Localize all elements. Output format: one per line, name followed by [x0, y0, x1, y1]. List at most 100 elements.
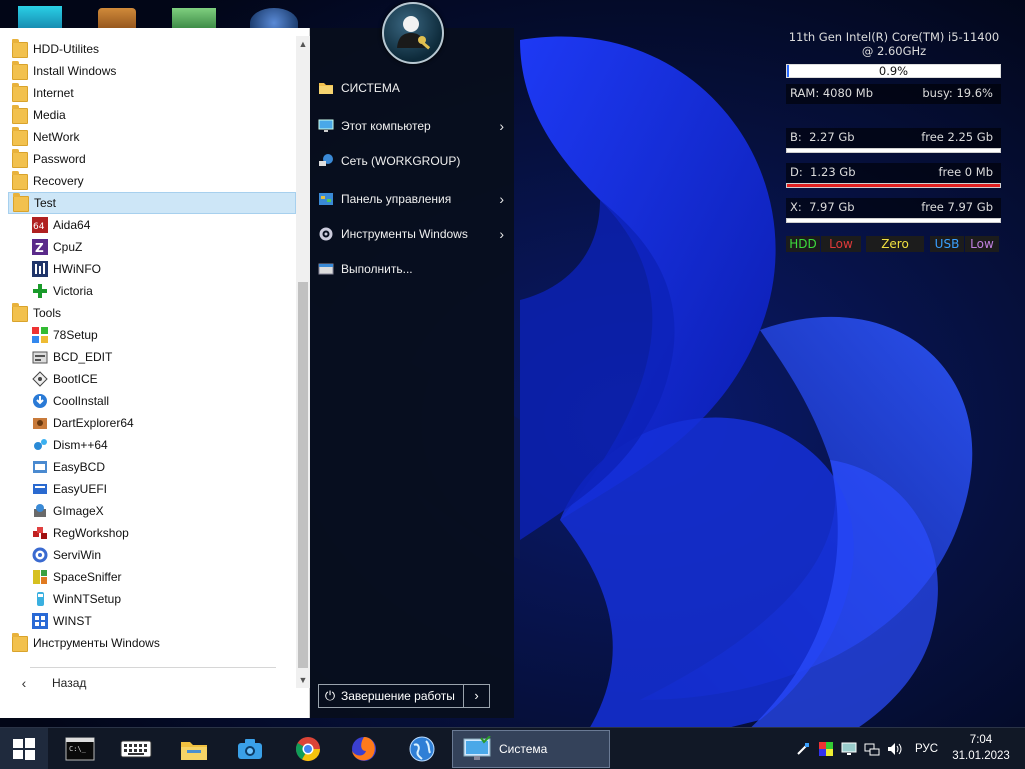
taskbar-screenshot-button[interactable] [224, 728, 276, 769]
system-tray: РУС [794, 728, 938, 769]
usb-icon[interactable] [794, 740, 812, 758]
winst-icon [32, 613, 48, 629]
drive-usage-bar [786, 183, 1001, 188]
taskbar-explorer-button[interactable] [168, 728, 220, 769]
language-indicator[interactable]: РУС [915, 743, 938, 755]
folder-icon [12, 39, 28, 58]
program-item[interactable]: SpaceSniffer [8, 566, 296, 588]
folder-icon [12, 171, 28, 190]
start-link[interactable]: СИСТЕМА [318, 76, 508, 100]
program-item[interactable]: GImageX [8, 500, 296, 522]
program-label: HDD-Utilites [33, 42, 99, 56]
program-label: Victoria [53, 284, 93, 298]
regworkshop-icon [32, 525, 48, 541]
program-label: Dism++64 [53, 438, 108, 452]
taskbar-chrome-button[interactable] [282, 728, 334, 769]
program-label: CoolInstall [53, 394, 110, 408]
program-folder[interactable]: Recovery [8, 170, 296, 192]
program-item[interactable]: RegWorkshop [8, 522, 296, 544]
system-monitor-widget: 11th Gen Intel(R) Core(TM) i5-11400 @ 2.… [786, 30, 1002, 256]
drive-used: 2.27 Gb [809, 130, 855, 144]
program-item[interactable]: BCD_EDIT [8, 346, 296, 368]
program-label: DartExplorer64 [53, 416, 134, 430]
clock-date: 31.01.2023 [952, 750, 1010, 762]
start-link[interactable]: Этот компьютер › [318, 114, 508, 138]
program-item[interactable]: Victoria [8, 280, 296, 302]
program-folder[interactable]: HDD-Utilites [8, 38, 296, 60]
program-item[interactable]: HWiNFO [8, 258, 296, 280]
user-avatar[interactable] [382, 2, 444, 64]
taskbar-app-sistema[interactable]: Система [452, 730, 610, 768]
program-item[interactable]: BootICE [8, 368, 296, 390]
program-label: 78Setup [53, 328, 98, 342]
drive-free: free 0 Mb [938, 165, 993, 179]
program-item[interactable]: Dism++64 [8, 434, 296, 456]
clock[interactable]: 7:04 31.01.2023 [948, 732, 1014, 764]
hwinfo-icon [32, 261, 48, 277]
program-item[interactable]: Z CpuZ [8, 236, 296, 258]
program-label: HWiNFO [53, 262, 101, 276]
shutdown-options-button[interactable]: › [464, 684, 490, 708]
program-folder[interactable]: Test [8, 192, 296, 214]
folder-icon [12, 303, 28, 322]
program-folder[interactable]: Media [8, 104, 296, 126]
program-label: RegWorkshop [53, 526, 129, 540]
winntsetup-icon [32, 591, 48, 607]
display-icon[interactable] [840, 740, 858, 758]
program-item[interactable]: EasyBCD [8, 456, 296, 478]
ram-busy: busy: 19.6% [922, 86, 993, 100]
program-folder[interactable]: Инструменты Windows [8, 632, 296, 654]
spacesniffer-icon [32, 569, 48, 585]
drive-free: free 7.97 Gb [921, 200, 993, 214]
volume-icon[interactable] [886, 740, 904, 758]
program-item[interactable]: ServiWin [8, 544, 296, 566]
back-button[interactable]: ‹ Назад [8, 672, 278, 694]
drive-row: B: 2.27 Gb free 2.25 Gb [786, 128, 1001, 148]
chevron-right-icon: › [499, 191, 504, 207]
scroll-up-icon[interactable]: ▲ [296, 36, 310, 52]
program-item[interactable]: 78Setup [8, 324, 296, 346]
start-link[interactable]: Инструменты Windows › [318, 222, 508, 246]
status-badge: Low [965, 236, 999, 252]
taskbar-firefox-button[interactable] [338, 728, 390, 769]
folder-icon [12, 127, 28, 146]
taskbar-cmd-button[interactable]: C:\_ [54, 728, 106, 769]
folder-icon [12, 149, 28, 168]
program-item[interactable]: WinNTSetup [8, 588, 296, 610]
start-link[interactable]: Сеть (WORKGROUP) [318, 149, 508, 173]
drive-letter: D: [790, 165, 803, 179]
program-item[interactable]: DartExplorer64 [8, 412, 296, 434]
program-folder[interactable]: Install Windows [8, 60, 296, 82]
start-link[interactable]: Панель управления › [318, 187, 508, 211]
drive-usage-bar [786, 218, 1001, 223]
scroll-down-icon[interactable]: ▼ [296, 672, 310, 688]
status-badges: HDD Low Zero USB Low [786, 236, 1002, 252]
color-palette-icon[interactable] [817, 740, 835, 758]
program-label: Internet [33, 86, 74, 100]
program-item[interactable]: 64 Aida64 [8, 214, 296, 236]
program-folder[interactable]: NetWork [8, 126, 296, 148]
start-button[interactable] [0, 728, 48, 769]
gimagex-icon [32, 503, 48, 519]
chevron-right-icon: › [499, 118, 504, 134]
program-item[interactable]: EasyUEFI [8, 478, 296, 500]
program-item[interactable]: WINST [8, 610, 296, 632]
start-link[interactable]: Выполнить... [318, 257, 508, 281]
program-item[interactable]: CoolInstall [8, 390, 296, 412]
program-list: HDD-Utilites Install Windows Internet Media… [8, 38, 296, 686]
status-badge: HDD [786, 236, 820, 252]
program-folder[interactable]: Tools [8, 302, 296, 324]
taskbar-globe-button[interactable] [396, 728, 448, 769]
program-label: CpuZ [53, 240, 83, 254]
shutdown-button[interactable]: ⏻ Завершение работы [318, 684, 464, 708]
program-folder[interactable]: Internet [8, 82, 296, 104]
scrollbar-thumb[interactable] [298, 282, 308, 668]
taskbar-keyboard-button[interactable] [110, 728, 162, 769]
program-list-scrollbar[interactable]: ▲ ▼ [296, 36, 310, 688]
program-folder[interactable]: Password [8, 148, 296, 170]
start-link-label: Инструменты Windows [341, 227, 468, 241]
folder-icon [12, 105, 28, 124]
network-tray-icon[interactable] [863, 740, 881, 758]
bcd-edit-icon [32, 349, 48, 365]
cpu-load-bar: 0.9% [786, 64, 1001, 78]
